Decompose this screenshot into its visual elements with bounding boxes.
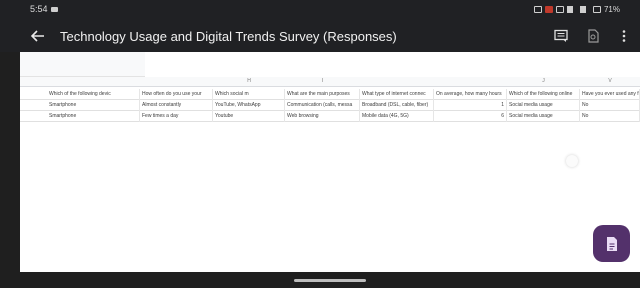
data-cell[interactable]: 6 <box>434 111 507 122</box>
app-notification-icon <box>544 5 553 13</box>
header-row: Which of the following devic How often d… <box>20 89 640 100</box>
column-letter[interactable]: I <box>285 78 360 84</box>
data-cell[interactable]: Social media usage <box>507 100 580 111</box>
data-cell[interactable]: Web browsing <box>285 111 360 122</box>
view-icon <box>588 29 599 43</box>
header-cell[interactable]: Which of the following online <box>507 89 580 100</box>
data-cell[interactable]: No <box>580 100 640 111</box>
table-row: Smartphone Almost constantly YouTube, Wh… <box>20 100 640 111</box>
column-header-row: H I J V <box>20 77 640 87</box>
header-cell[interactable]: Have you ever used any form of digital w… <box>580 89 640 100</box>
data-cell[interactable]: YouTube, WhatsApp <box>213 100 285 111</box>
data-cell[interactable]: Youtube <box>213 111 285 122</box>
header-cell[interactable]: What type of internet connec <box>360 89 434 100</box>
data-cell[interactable]: Smartphone <box>47 100 140 111</box>
mute-icon <box>555 5 564 13</box>
table-row: Smartphone Few times a day Youtube Web b… <box>20 111 640 122</box>
header-cell[interactable]: What are the main purposes <box>285 89 360 100</box>
comment-button[interactable] <box>551 26 571 46</box>
document-icon <box>606 236 617 251</box>
back-button[interactable] <box>28 26 48 46</box>
data-cell[interactable]: Almost constantly <box>140 100 213 111</box>
page-title: Technology Usage and Digital Trends Surv… <box>60 29 397 44</box>
data-cell[interactable]: Few times a day <box>140 111 213 122</box>
status-indicators: 71% <box>533 3 620 15</box>
data-cell[interactable]: Social media usage <box>507 111 580 122</box>
data-cell[interactable]: Communication (calls, messa <box>285 100 360 111</box>
header-cell[interactable]: On average, how many hours <box>434 89 507 100</box>
header-cell[interactable]: Which of the following devic <box>47 89 140 100</box>
spreadsheet-grid[interactable]: H I J V Which of the following devic How… <box>20 52 640 272</box>
header-cell[interactable]: How often do you use your <box>140 89 213 100</box>
status-bar: 5:54 71% <box>0 0 640 20</box>
header-cell[interactable]: Which social m <box>213 89 285 100</box>
alarm-icon <box>533 5 542 13</box>
more-vert-icon <box>622 30 626 42</box>
battery-icon <box>592 5 601 13</box>
comment-icon <box>554 29 568 42</box>
sheet-tab-area <box>20 52 145 77</box>
more-options-button[interactable] <box>614 26 634 46</box>
data-cell[interactable]: 1 <box>434 100 507 111</box>
data-cell[interactable]: Mobile data (4G, 5G) <box>360 111 434 122</box>
status-time: 5:54 <box>30 4 48 14</box>
battery-percent: 71% <box>603 4 620 14</box>
notification-icon <box>51 7 58 12</box>
data-cell[interactable]: Broadband (DSL, cable, fiber) <box>360 100 434 111</box>
data-cell[interactable]: No <box>580 111 640 122</box>
column-letter[interactable]: J <box>507 78 580 84</box>
document-fab-button[interactable] <box>593 225 630 262</box>
back-arrow-icon <box>31 30 44 42</box>
signal-icon <box>566 5 577 13</box>
app-bar: Technology Usage and Digital Trends Surv… <box>0 20 640 52</box>
system-nav-bar <box>0 272 640 288</box>
touch-indicator <box>566 155 578 167</box>
home-gesture-handle[interactable] <box>294 279 366 282</box>
wifi-icon <box>579 5 590 13</box>
view-button[interactable] <box>583 26 603 46</box>
column-letter[interactable]: H <box>213 78 285 84</box>
data-cell[interactable]: Smartphone <box>47 111 140 122</box>
column-letter[interactable]: V <box>580 78 640 84</box>
